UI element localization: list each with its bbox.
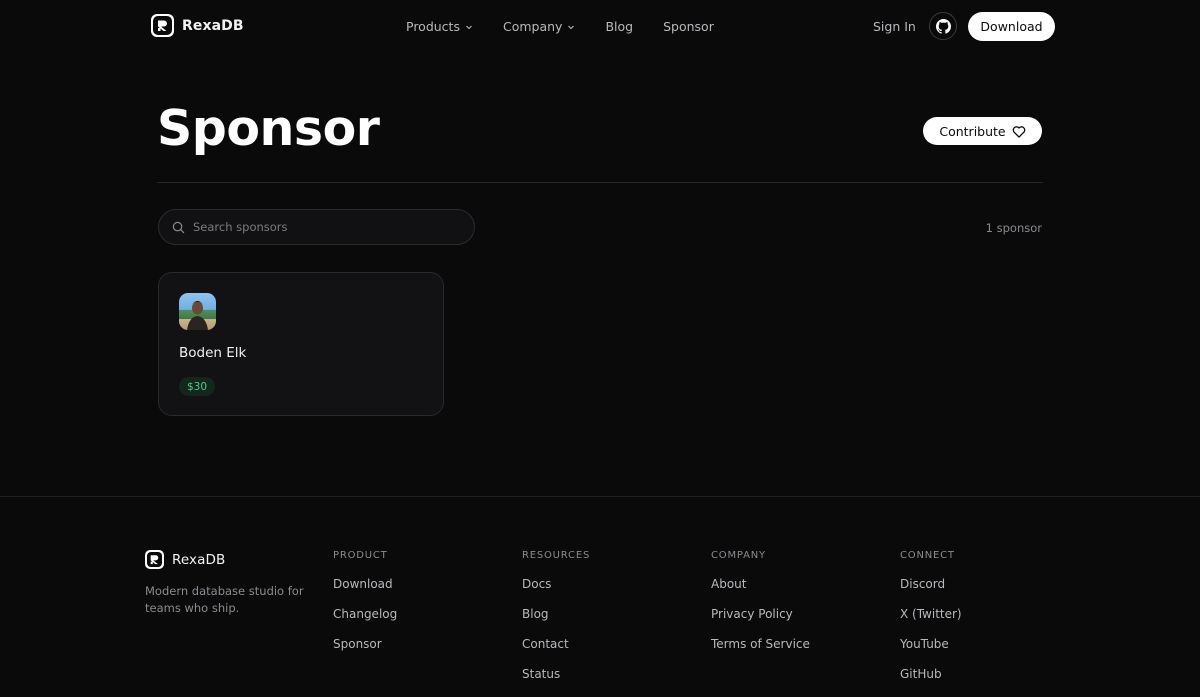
search-icon <box>172 221 185 233</box>
footer-link-privacy[interactable]: Privacy Policy <box>711 607 810 637</box>
footer-link-github[interactable]: GitHub <box>900 667 962 697</box>
menu-label: Products <box>406 19 460 34</box>
page-title: Sponsor <box>157 100 380 157</box>
footer-link-contact[interactable]: Contact <box>522 637 590 667</box>
brand-link[interactable]: RexaDB <box>151 14 244 37</box>
footer-link-sponsor[interactable]: Sponsor <box>333 637 397 667</box>
footer-column-connect: CONNECT Discord X (Twitter) YouTube GitH… <box>900 550 962 697</box>
rexadb-logo-icon <box>145 550 164 569</box>
brand-name: RexaDB <box>182 17 244 34</box>
menu-item-products[interactable]: Products <box>406 19 473 34</box>
github-button[interactable] <box>929 12 957 40</box>
footer-link-about[interactable]: About <box>711 577 810 607</box>
footer-heading: RESOURCES <box>522 550 591 561</box>
footer-column-company: COMPANY About Privacy Policy Terms of Se… <box>711 550 810 667</box>
menu-item-blog[interactable]: Blog <box>605 19 633 34</box>
amount-badge: $30 <box>179 377 216 396</box>
menu-item-company[interactable]: Company <box>503 19 575 34</box>
footer-heading: PRODUCT <box>333 550 388 561</box>
footer-heading: CONNECT <box>900 550 955 561</box>
contribute-button[interactable]: Contribute <box>923 117 1042 145</box>
footer-heading: COMPANY <box>711 550 766 561</box>
footer-link-discord[interactable]: Discord <box>900 577 962 607</box>
menu-item-sponsor[interactable]: Sponsor <box>663 19 714 34</box>
footer-link-x-twitter[interactable]: X (Twitter) <box>900 607 962 637</box>
github-icon <box>935 18 951 34</box>
rexadb-logo-icon <box>151 14 174 37</box>
heart-icon <box>1012 125 1025 138</box>
footer-divider <box>0 496 1200 497</box>
footer-link-terms[interactable]: Terms of Service <box>711 637 810 667</box>
chevron-down-icon <box>466 25 472 29</box>
footer-link-status[interactable]: Status <box>522 667 590 697</box>
sponsor-name: Boden Elk <box>179 345 247 361</box>
download-button[interactable]: Download <box>968 12 1055 41</box>
main-menu: Products Company Blog Sponsor <box>406 19 744 34</box>
footer-brand[interactable]: RexaDB <box>145 550 225 569</box>
menu-label: Sponsor <box>663 19 714 34</box>
footer-link-blog[interactable]: Blog <box>522 607 590 637</box>
footer-link-changelog[interactable]: Changelog <box>333 607 397 637</box>
footer-link-docs[interactable]: Docs <box>522 577 590 607</box>
top-nav: RexaDB Products Company Blog Sponsor Sig… <box>0 0 1200 52</box>
menu-label: Company <box>502 19 563 34</box>
footer-column-product: PRODUCT Download Changelog Sponsor <box>333 550 397 667</box>
footer-tagline: Modern database studio for teams who shi… <box>145 584 304 615</box>
menu-label: Blog <box>605 19 634 34</box>
footer-column-resources: RESOURCES Docs Blog Contact Status <box>522 550 590 697</box>
avatar <box>179 293 216 330</box>
footer-link-download[interactable]: Download <box>333 577 397 607</box>
chevron-down-icon <box>568 25 575 29</box>
footer-link-youtube[interactable]: YouTube <box>900 637 962 667</box>
footer-brand-name: RexaDB <box>172 551 226 568</box>
contribute-label: Contribute <box>939 123 1006 139</box>
search-input[interactable] <box>193 220 453 234</box>
sponsor-card[interactable]: Boden Elk $30 <box>158 272 444 416</box>
sign-in-link[interactable]: Sign In <box>873 19 916 34</box>
header-divider <box>157 182 1043 183</box>
sponsor-count: 1 sponsor <box>985 221 1042 235</box>
search-box[interactable] <box>158 209 475 245</box>
